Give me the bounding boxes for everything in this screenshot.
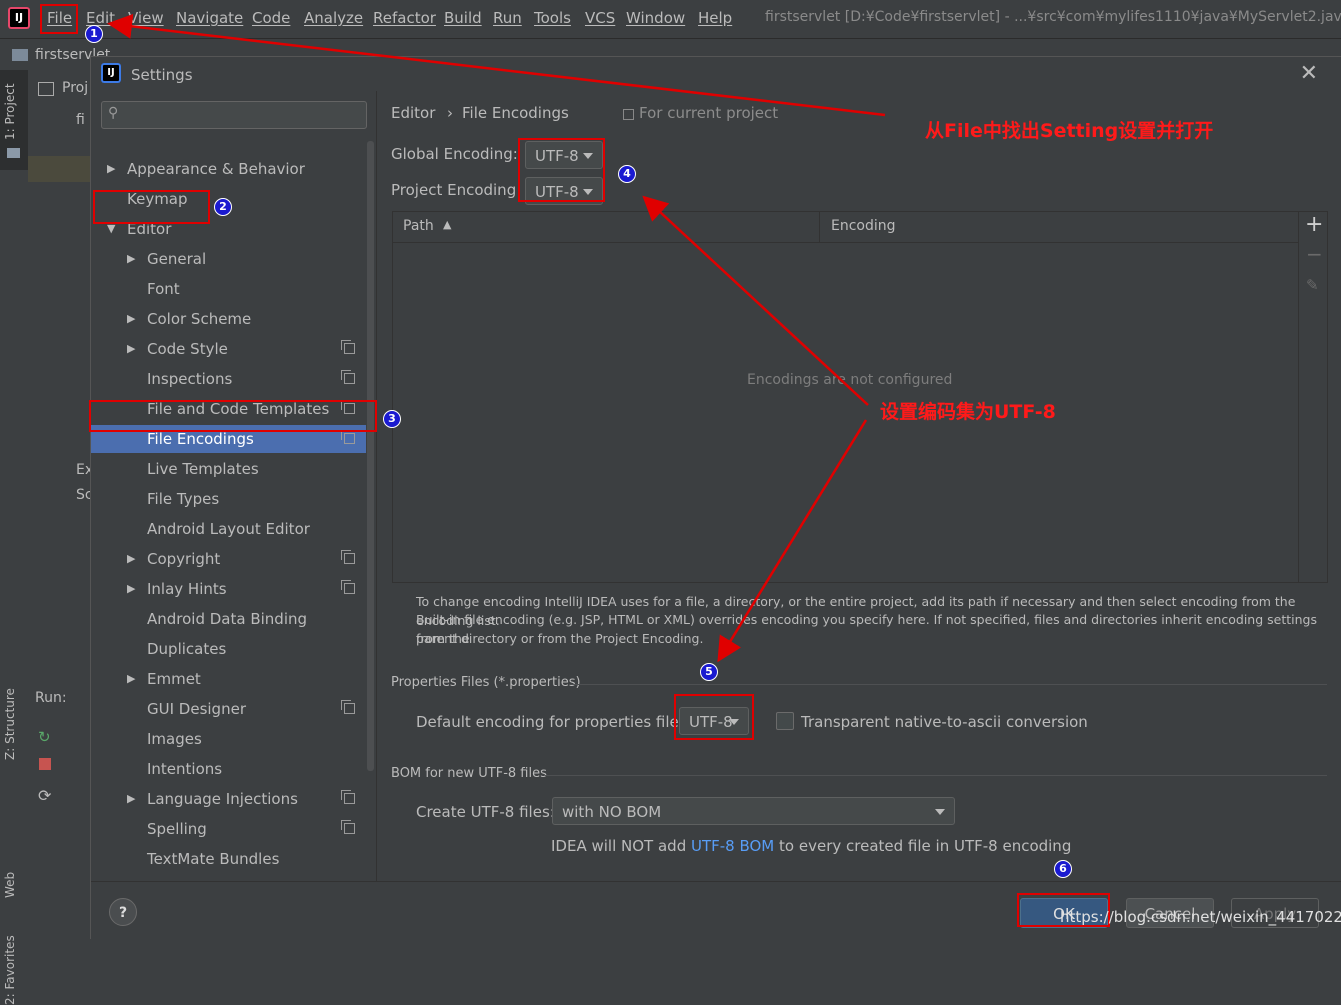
arrow-to-properties [717,419,868,663]
arrow-to-encodings [642,195,869,406]
step-badge-4: 4 [618,165,636,183]
annotation-set-utf8: 设置编码集为UTF-8 [880,401,1056,423]
watermark: https://blog.csdn.net/weixin_44170221 [1060,908,1341,926]
step-badge-6: 6 [1054,860,1072,878]
step-badge-3: 3 [383,410,401,428]
step-badge-1: 1 [85,25,103,43]
annotation-open-settings: 从File中找出Setting设置并打开 [925,120,1214,142]
arrow-to-file [107,13,886,117]
favorites-tool-tab[interactable]: 2: Favorites [3,935,17,1005]
step-badge-2: 2 [214,198,232,216]
step-badge-5: 5 [700,663,718,681]
